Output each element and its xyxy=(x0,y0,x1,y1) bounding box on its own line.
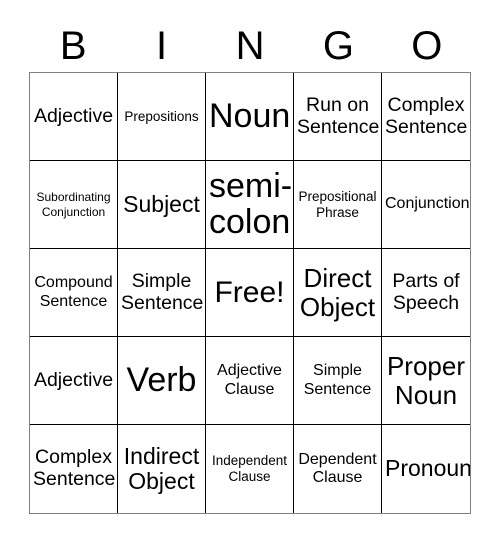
bingo-cell[interactable]: Run on Sentence xyxy=(294,73,382,161)
bingo-cell[interactable]: Simple Sentence xyxy=(294,337,382,425)
bingo-cell-label: Run on Sentence xyxy=(297,93,380,138)
header-letter-g: G xyxy=(322,24,354,68)
bingo-cell[interactable]: Prepositions xyxy=(118,73,206,161)
bingo-cell[interactable]: Independent Clause xyxy=(206,425,294,513)
bingo-cell-label: Subject xyxy=(123,190,200,217)
header-letter-o: O xyxy=(411,24,443,68)
bingo-cell[interactable]: Complex Sentence xyxy=(382,73,470,161)
bingo-cell[interactable]: Compound Sentence xyxy=(30,249,118,337)
bingo-cell[interactable]: Dependent Clause xyxy=(294,425,382,513)
bingo-cell-label: Simple Sentence xyxy=(121,269,204,314)
bingo-cell-label: Direct Object xyxy=(299,263,376,322)
bingo-cell[interactable]: Verb xyxy=(118,337,206,425)
header-letter-i: I xyxy=(156,24,168,68)
bingo-cell-label: Complex Sentence xyxy=(33,446,116,490)
bingo-cell-label: Indirect Object xyxy=(123,442,200,494)
bingo-cell[interactable]: Adjective Clause xyxy=(206,337,294,425)
header-letter-n: N xyxy=(235,24,265,68)
bingo-card: B I N G O Adjective Prepositions Noun Run o… xyxy=(0,0,500,544)
bingo-cell[interactable]: Indirect Object xyxy=(118,425,206,513)
bingo-grid: Adjective Prepositions Noun Run on Sentence… xyxy=(29,72,471,514)
bingo-cell-label: Adjective Clause xyxy=(217,362,282,398)
bingo-cell[interactable]: Prepositional Phrase xyxy=(294,161,382,249)
bingo-cell[interactable]: Subordinating Conjunction xyxy=(30,161,118,249)
bingo-cell-label: semi-colon xyxy=(209,167,293,241)
bingo-cell-label: Independent Clause xyxy=(211,453,288,484)
bingo-header-row: B I N G O xyxy=(29,20,471,72)
bingo-cell[interactable]: Parts of Speech xyxy=(382,249,470,337)
bingo-cell-label: Dependent Clause xyxy=(298,450,377,486)
bingo-cell[interactable]: Pronoun xyxy=(382,425,470,513)
free-space-label: Free! xyxy=(214,275,285,309)
bingo-cell[interactable]: Proper Noun xyxy=(382,337,470,425)
bingo-cell-free-space[interactable]: Free! xyxy=(206,249,294,337)
bingo-cell-label: Adjective xyxy=(33,104,114,127)
bingo-cell-label: Prepositions xyxy=(124,108,199,124)
bingo-cell-label: Conjunction xyxy=(385,195,470,213)
bingo-cell[interactable]: semi-colon xyxy=(206,161,294,249)
bingo-cell-label: Simple Sentence xyxy=(303,362,372,398)
bingo-cell-label: Verb xyxy=(126,360,197,399)
bingo-cell[interactable]: Direct Object xyxy=(294,249,382,337)
bingo-cell-label: Noun xyxy=(209,96,291,135)
bingo-cell[interactable]: Adjective xyxy=(30,337,118,425)
bingo-cell[interactable]: Simple Sentence xyxy=(118,249,206,337)
bingo-cell[interactable]: Adjective xyxy=(30,73,118,161)
bingo-cell-label: Compound Sentence xyxy=(34,274,113,310)
bingo-cell[interactable]: Noun xyxy=(206,73,294,161)
bingo-cell[interactable]: Complex Sentence xyxy=(30,425,118,513)
bingo-cell[interactable]: Subject xyxy=(118,161,206,249)
bingo-cell-label: Proper Noun xyxy=(386,351,466,410)
bingo-cell-label: Prepositional Phrase xyxy=(298,188,377,220)
bingo-cell-label: Parts of Speech xyxy=(392,269,460,314)
header-letter-b: B xyxy=(59,24,87,68)
bingo-cell-label: Complex Sentence xyxy=(385,93,468,138)
bingo-cell-label: Adjective xyxy=(33,368,114,391)
bingo-cell-label: Pronoun xyxy=(385,455,470,482)
bingo-cell[interactable]: Conjunction xyxy=(382,161,470,249)
bingo-cell-label: Subordinating Conjunction xyxy=(36,190,111,219)
